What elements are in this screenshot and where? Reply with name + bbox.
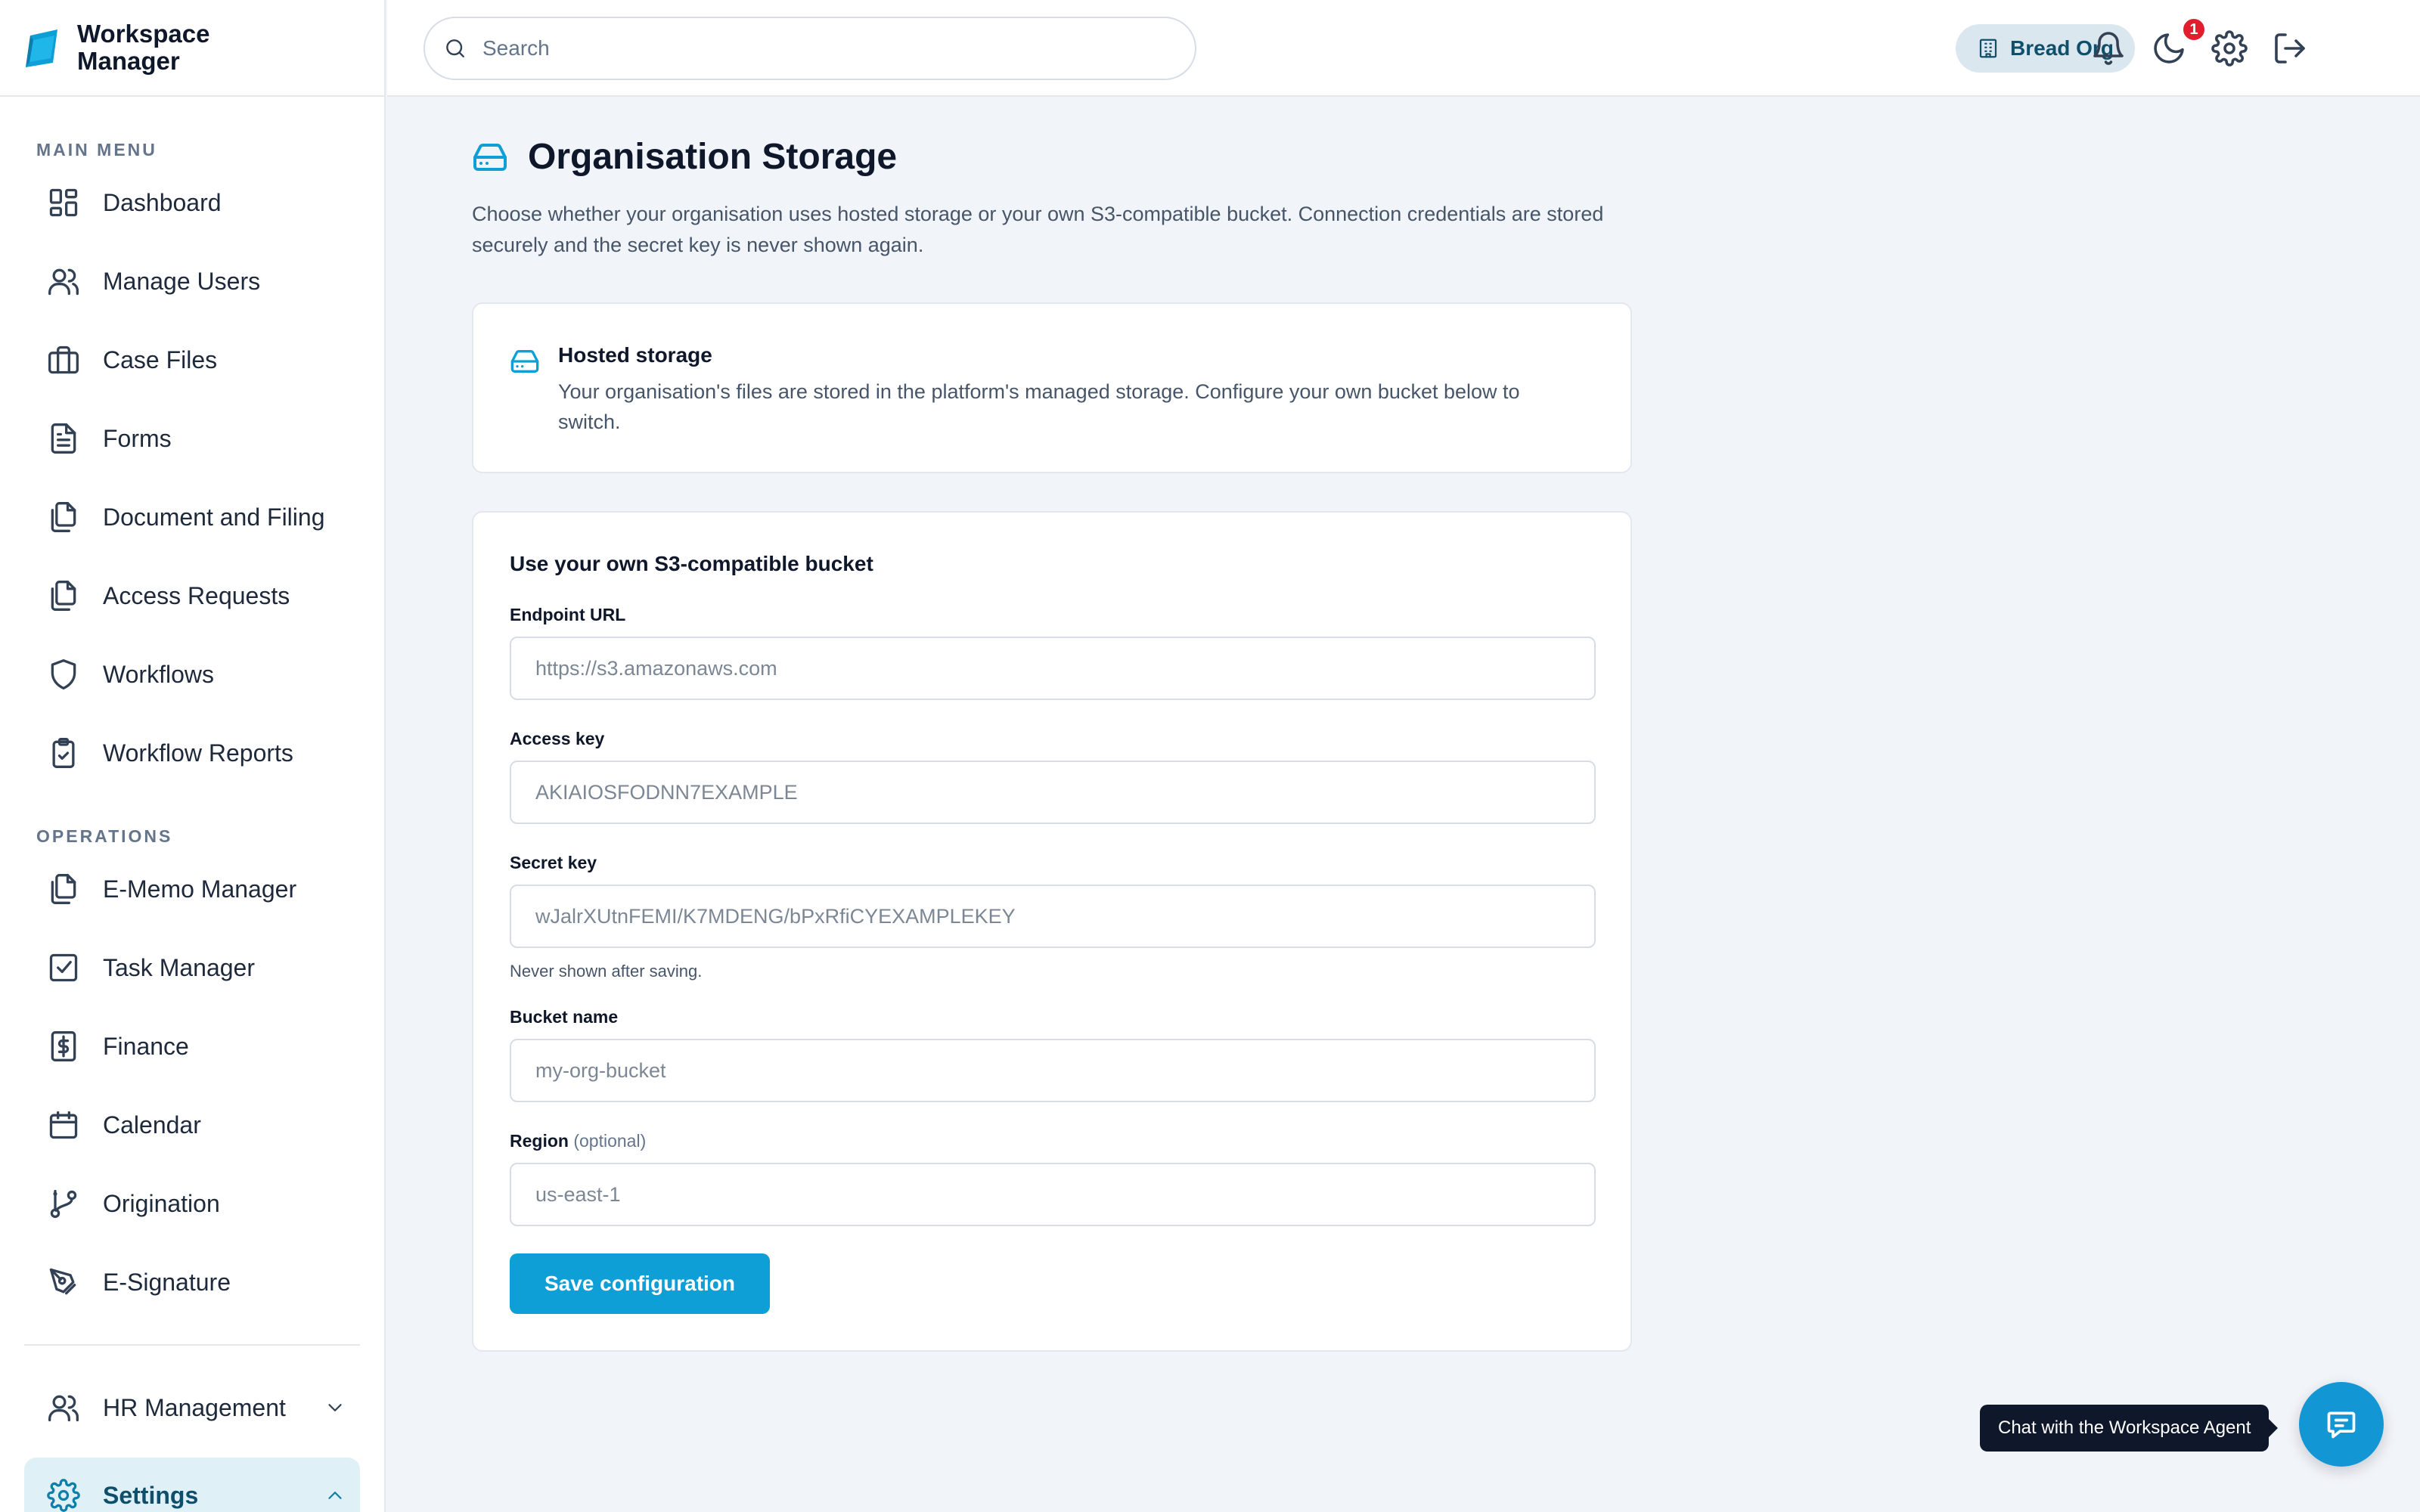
sidebar-item-label: Forms — [103, 424, 172, 452]
region-optional-text: (optional) — [573, 1131, 647, 1151]
bucket-name-input[interactable] — [510, 1039, 1596, 1102]
sidebar-item-origination[interactable]: Origination — [0, 1164, 384, 1243]
sidebar-item-e-signature[interactable]: E-Signature — [0, 1243, 384, 1321]
chevron-down-icon — [328, 1404, 342, 1411]
sidebar-item-label: Origination — [103, 1189, 220, 1217]
main-content: Organisation Storage Choose whether your… — [472, 136, 1634, 1352]
git-branch-icon — [50, 1189, 77, 1219]
operations-heading: OPERATIONS — [36, 826, 173, 846]
dashboard-icon — [49, 188, 78, 217]
brand[interactable]: Workspace Manager — [0, 0, 384, 97]
sidebar-item-label: E-Signature — [103, 1268, 231, 1296]
sidebar-item-forms[interactable]: Forms — [0, 399, 384, 478]
sidebar-item-label: HR Management — [103, 1393, 286, 1421]
sidebar-item-label: Workflows — [103, 660, 214, 688]
hosted-storage-description: Your organisation's files are stored in … — [558, 380, 1520, 433]
dollar-icon — [51, 1031, 76, 1061]
moon-icon[interactable] — [2151, 30, 2187, 67]
sidebar-item-hr-management[interactable]: HR Management — [0, 1368, 384, 1447]
calendar-icon — [49, 1111, 78, 1139]
chat-agent-button[interactable] — [2299, 1382, 2384, 1467]
logout-icon[interactable] — [2272, 30, 2308, 67]
secret-key-label: Secret key — [510, 853, 597, 872]
briefcase-icon — [48, 345, 79, 374]
region-label-text: Region — [510, 1131, 569, 1151]
sidebar-item-workflows[interactable]: Workflows — [0, 635, 384, 714]
bucket-config-card: Use your own S3-compatible bucket Endpoi… — [472, 511, 1632, 1352]
search-icon — [446, 39, 464, 57]
search-box[interactable] — [424, 17, 1196, 80]
copy-icon — [51, 581, 76, 611]
hard-drive-icon — [510, 350, 539, 373]
sidebar-item-label: E-Memo Manager — [103, 875, 297, 903]
page-header: Organisation Storage — [472, 136, 1634, 178]
hosted-storage-title: Hosted storage — [558, 343, 712, 367]
sidebar-item-label: Case Files — [103, 345, 218, 373]
brand-line-2: Manager — [77, 47, 180, 75]
brand-line-1: Workspace — [77, 20, 210, 48]
search-input[interactable] — [482, 36, 1163, 60]
sidebar-item-access-requests[interactable]: Access Requests — [0, 556, 384, 635]
clipboard-check-icon — [52, 738, 75, 768]
sidebar-item-task-manager[interactable]: Task Manager — [0, 928, 384, 1007]
bucket-config-title: Use your own S3-compatible bucket — [510, 552, 873, 575]
region-input[interactable] — [510, 1163, 1596, 1226]
chevron-up-icon — [328, 1492, 342, 1499]
top-bar: Bread Org 1 — [387, 0, 2420, 97]
region-label: Region (optional) — [510, 1131, 646, 1151]
sidebar-item-dashboard[interactable]: Dashboard — [0, 163, 384, 242]
sidebar-item-e-memo-manager[interactable]: E-Memo Manager — [0, 850, 384, 928]
sidebar-item-label: Finance — [103, 1032, 189, 1060]
sidebar-item-label: Settings — [103, 1481, 199, 1509]
sidebar-item-label: Document and Filing — [103, 503, 325, 531]
document-icon — [51, 423, 76, 454]
copy-icon — [51, 502, 76, 532]
checkbox-icon — [49, 953, 78, 982]
access-key-label: Access key — [510, 729, 605, 748]
sidebar-item-document-and-filing[interactable]: Document and Filing — [0, 478, 384, 556]
secret-key-input[interactable] — [510, 885, 1596, 948]
sidebar-item-manage-users[interactable]: Manage Users — [0, 242, 384, 321]
copy-icon — [51, 874, 76, 904]
pen-icon — [49, 1268, 76, 1295]
chat-tooltip: Chat with the Workspace Agent — [1980, 1405, 2279, 1452]
secret-key-hint: Never shown after saving. — [510, 962, 703, 981]
sidebar-divider — [24, 1344, 360, 1346]
sidebar-item-workflow-reports[interactable]: Workflow Reports — [0, 714, 384, 792]
sidebar-item-label: Manage Users — [103, 267, 261, 295]
main-menu-heading: MAIN MENU — [36, 140, 157, 160]
shield-icon — [51, 659, 76, 689]
sidebar-item-settings[interactable]: Settings — [24, 1458, 360, 1512]
brand-name: Workspace Manager — [77, 20, 209, 75]
chat-icon — [2327, 1411, 2356, 1439]
sidebar-item-calendar[interactable]: Calendar — [0, 1086, 384, 1164]
sidebar-item-label: Access Requests — [103, 581, 290, 609]
bell-icon[interactable] — [2090, 30, 2127, 67]
page-description: Choose whether your organisation uses ho… — [472, 203, 1604, 256]
sidebar-item-label: Task Manager — [103, 953, 255, 981]
endpoint-label: Endpoint URL — [510, 605, 626, 624]
users-icon — [48, 268, 79, 296]
save-configuration-button[interactable]: Save configuration — [510, 1253, 770, 1314]
sidebar-item-case-files[interactable]: Case Files — [0, 321, 384, 399]
hard-drive-icon — [473, 143, 507, 171]
page-title: Organisation Storage — [528, 137, 898, 177]
hosted-storage-card: Hosted storage Your organisation's files… — [472, 302, 1632, 473]
endpoint-url-input[interactable] — [510, 637, 1596, 700]
users-icon — [48, 1395, 79, 1422]
workspace-logo-icon — [26, 29, 57, 67]
bucket-name-label: Bucket name — [510, 1007, 619, 1027]
sidebar-item-label: Workflow Reports — [103, 739, 293, 767]
building-icon — [1979, 39, 1997, 58]
gear-icon[interactable] — [2211, 30, 2248, 67]
access-key-input[interactable] — [510, 761, 1596, 824]
sidebar-item-label: Calendar — [103, 1111, 201, 1139]
sidebar: Workspace Manager MAIN MENU Dashboard Ma… — [0, 0, 386, 1512]
sidebar-item-label: Dashboard — [103, 188, 222, 216]
gear-icon — [47, 1479, 80, 1512]
sidebar-item-finance[interactable]: Finance — [0, 1007, 384, 1086]
